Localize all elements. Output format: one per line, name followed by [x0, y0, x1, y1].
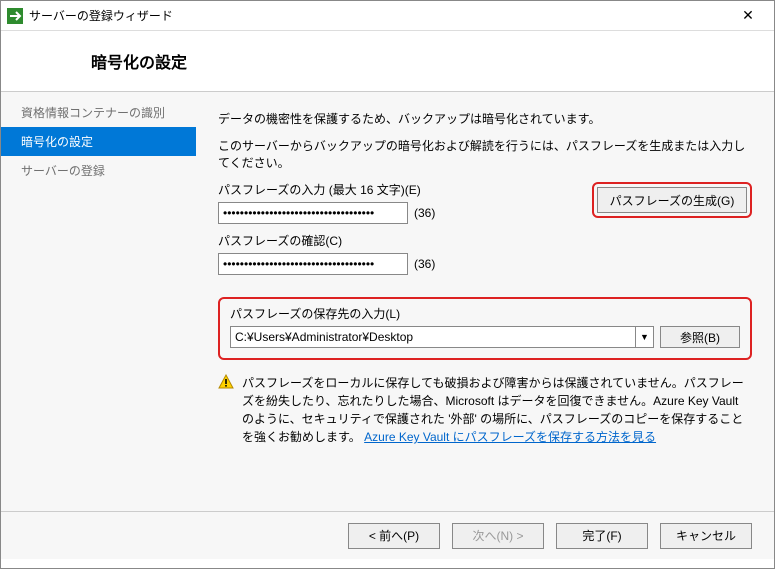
chevron-down-icon[interactable]: ▼	[635, 327, 653, 347]
confirm-input[interactable]	[218, 253, 408, 275]
main-panel: データの機密性を保護するため、バックアップは暗号化されています。 このサーバーか…	[196, 92, 774, 511]
confirm-count: (36)	[414, 257, 435, 271]
warning-link[interactable]: Azure Key Vault にパスフレーズを保存する方法を見る	[364, 430, 656, 444]
window-title: サーバーの登録ウィザード	[29, 7, 728, 24]
passphrase-count: (36)	[414, 206, 435, 220]
save-location-label: パスフレーズの保存先の入力(L)	[230, 305, 740, 322]
warning-row: パスフレーズをローカルに保存しても破損および障害からは保護されていません。パスフ…	[218, 374, 752, 446]
save-location-input[interactable]	[231, 330, 635, 344]
app-icon	[7, 8, 23, 24]
browse-button[interactable]: 参照(B)	[660, 326, 740, 348]
finish-button[interactable]: 完了(F)	[556, 523, 648, 549]
prev-button[interactable]: < 前へ(P)	[348, 523, 440, 549]
page-header: 暗号化の設定	[1, 31, 774, 91]
next-button: 次へ(N) >	[452, 523, 544, 549]
sidebar-item-register[interactable]: サーバーの登録	[1, 156, 196, 185]
sidebar: 資格情報コンテナーの識別 暗号化の設定 サーバーの登録	[1, 92, 196, 511]
body: 資格情報コンテナーの識別 暗号化の設定 サーバーの登録 データの機密性を保護する…	[1, 91, 774, 511]
confirm-label: パスフレーズの確認(C)	[218, 232, 752, 249]
footer: < 前へ(P) 次へ(N) > 完了(F) キャンセル	[1, 511, 774, 559]
page-title: 暗号化の設定	[91, 49, 754, 73]
save-location-combo[interactable]: ▼	[230, 326, 654, 348]
intro-text-2: このサーバーからバックアップの暗号化および解読を行うには、パスフレーズを生成また…	[218, 137, 752, 171]
generate-highlight: パスフレーズの生成(G)	[592, 182, 752, 218]
intro-text-1: データの機密性を保護するため、バックアップは暗号化されています。	[218, 110, 752, 127]
close-button[interactable]: ✕	[728, 2, 768, 30]
warning-text: パスフレーズをローカルに保存しても破損および障害からは保護されていません。パスフ…	[242, 374, 752, 446]
cancel-button[interactable]: キャンセル	[660, 523, 752, 549]
sidebar-item-encryption[interactable]: 暗号化の設定	[1, 127, 196, 156]
titlebar: サーバーの登録ウィザード ✕	[1, 1, 774, 31]
sidebar-item-vault[interactable]: 資格情報コンテナーの識別	[1, 98, 196, 127]
generate-passphrase-button[interactable]: パスフレーズの生成(G)	[597, 187, 747, 213]
passphrase-input[interactable]	[218, 202, 408, 224]
save-location-section: パスフレーズの保存先の入力(L) ▼ 参照(B)	[218, 297, 752, 360]
warning-icon	[218, 374, 234, 390]
